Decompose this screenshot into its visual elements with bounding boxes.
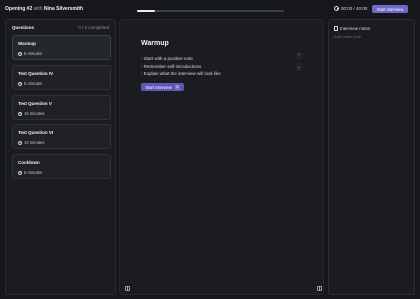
question-duration: 5 minutes [18, 170, 42, 175]
start-interview-button[interactable]: Start interview [372, 5, 408, 13]
question-card-cooldown[interactable]: Cooldown 5 minutes [12, 154, 111, 179]
toggle-left-panel-icon[interactable] [125, 286, 130, 291]
questions-heading: Questions [12, 25, 35, 30]
interview-progress-bar [137, 10, 284, 12]
duration-text: 15 minutes [24, 111, 45, 116]
opening-name: Opening #2 [5, 6, 33, 12]
duration-text: 10 minutes [24, 140, 45, 145]
progress-segment [137, 10, 155, 12]
bullet-item: - Explain what the interview will look l… [141, 71, 221, 76]
question-card-test-question-vi[interactable]: Test Question VI 10 minutes [12, 124, 111, 149]
notes-input[interactable]: Add notes here [334, 34, 361, 39]
duration-text: 5 minutes [24, 170, 43, 175]
question-card-test-question-v[interactable]: Test Question V 15 minutes [12, 95, 111, 120]
question-card-warmup[interactable]: Warmup 5 minutes [12, 35, 111, 60]
question-duration: 5 minutes [18, 51, 42, 56]
question-duration: 15 minutes [18, 111, 44, 116]
question-title: Test Question IV [18, 71, 54, 76]
next-question-button[interactable]: ⌄ [295, 63, 303, 71]
question-bullets: - Start with a positive note - Remember … [141, 55, 221, 78]
bullet-item: - Start with a positive note [141, 56, 193, 61]
timer-text: 00:00 / 40:00 [341, 6, 368, 11]
bullet-item: - Remember self-introductions [141, 63, 202, 69]
question-duration: 5 minutes [18, 81, 42, 86]
timer: 00:00 / 40:00 [334, 6, 367, 11]
question-title: Warmup [18, 41, 36, 46]
questions-header: Questions 0 / 5 completed [12, 25, 109, 30]
clock-icon [18, 51, 22, 56]
clock-icon [18, 170, 22, 175]
question-title: Test Question V [18, 101, 52, 106]
chevron-down-icon: ⌄ [297, 64, 301, 69]
clock-icon [18, 140, 22, 145]
questions-panel: Questions 0 / 5 completed Warmup 5 minut… [5, 19, 116, 295]
clock-icon [18, 111, 22, 116]
shortcut-key: S [174, 84, 180, 90]
page-title: Opening #2 with Nina Silversmith [5, 6, 83, 12]
clock-icon [18, 81, 22, 86]
completed-count: 0 / 5 completed [78, 25, 109, 30]
candidate-name: Nina Silversmith [43, 6, 84, 12]
question-card-test-question-iv[interactable]: Test Question IV 5 minutes [12, 65, 111, 90]
chevron-up-icon: ⌃ [297, 53, 301, 58]
notes-header: Interview notes [334, 26, 370, 31]
question-detail-panel: Warmup - Start with a positive note - Re… [119, 19, 324, 295]
previous-question-button[interactable]: ⌃ [295, 52, 303, 60]
question-duration: 10 minutes [18, 140, 44, 145]
question-heading: Warmup [141, 40, 169, 47]
duration-text: 5 minutes [24, 51, 43, 56]
notes-panel: Interview notes Add notes here [328, 19, 415, 295]
title-with: with [33, 6, 43, 12]
document-icon [334, 26, 338, 31]
question-title: Cooldown [18, 160, 40, 165]
start-interview-main-button[interactable]: Start interview S [141, 83, 184, 91]
question-title: Test Question VI [18, 130, 54, 135]
notes-heading: Interview notes [340, 26, 371, 31]
toggle-right-panel-icon[interactable] [317, 286, 322, 291]
clock-icon [334, 6, 339, 11]
top-bar: Opening #2 with Nina Silversmith 00:00 /… [0, 0, 420, 18]
duration-text: 5 minutes [24, 81, 43, 86]
start-interview-label: Start interview [145, 84, 172, 90]
